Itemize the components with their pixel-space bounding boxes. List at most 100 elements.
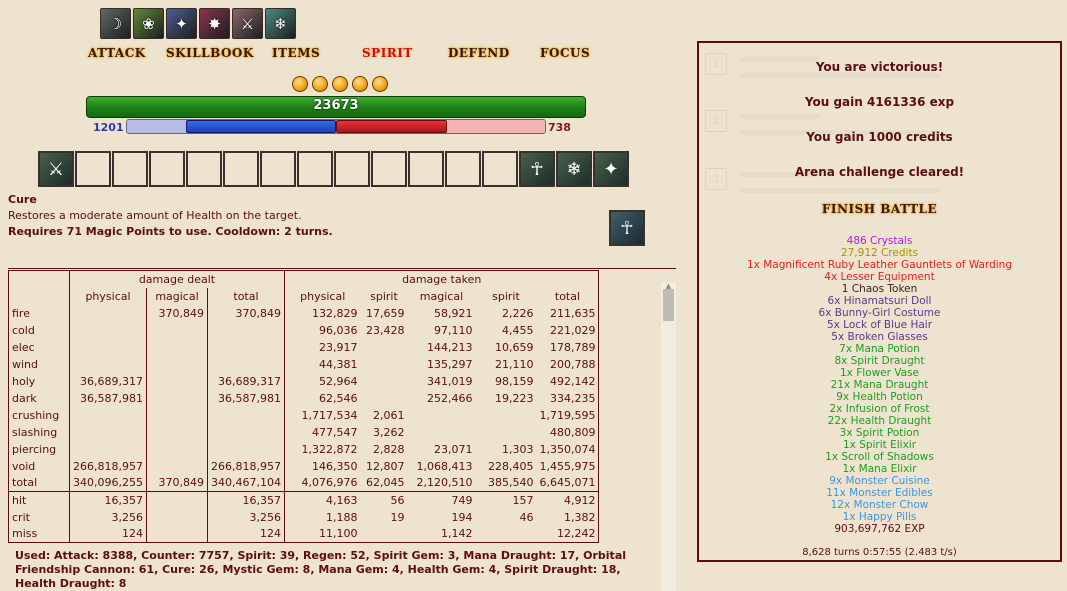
action-menu: ATTACK SKILLBOOK ITEMS SPIRIT DEFEND FOC… [80, 46, 600, 66]
stat-cell: 2,120,510 [416, 476, 473, 490]
stat-cell: 36,587,981 [69, 389, 147, 407]
stat-cell [69, 406, 147, 424]
finish-battle-button[interactable]: FINISH BATTLE [697, 202, 1062, 216]
drop-item: 6x Bunny-Girl Costume [818, 307, 941, 319]
stat-cell: 1,068,413 [416, 459, 473, 473]
drop-list: 486 Crystals 27,912 Credits 1x Magnificent… [697, 235, 1062, 535]
stat-cell: 58,921 [433, 306, 473, 320]
buff-1-icon[interactable]: ☽ [100, 8, 131, 39]
stat-cell: 341,019 [426, 374, 473, 388]
quickbar-slot-icon[interactable]: ✦ [593, 151, 629, 187]
arena-cleared-message: Arena challenge cleared! [794, 165, 965, 179]
stat-cell: 97,110 [433, 323, 473, 337]
stat-cell [360, 390, 407, 407]
stat-cell [145, 508, 208, 526]
charge-dot [372, 76, 388, 92]
stat-cell [69, 304, 147, 322]
buff-6-icon[interactable]: ❄ [265, 8, 296, 39]
stat-cell: 11,100 [283, 525, 361, 543]
column-header: spirit [492, 289, 520, 303]
stat-cell [360, 526, 407, 543]
drop-item: 12x Monster Chow [830, 499, 929, 511]
buff-4-icon[interactable]: ✸ [199, 8, 230, 39]
row-label: cold [12, 323, 35, 337]
stat-cell [69, 440, 147, 458]
stat-cell: 10,659 [494, 340, 534, 354]
stat-cell: 3,256 [206, 508, 285, 526]
menu-attack[interactable]: ATTACK [88, 46, 146, 60]
spirit-value: 738 [548, 121, 571, 134]
magic-bar-track [127, 120, 336, 133]
stat-cell: 4,163 [283, 491, 361, 509]
quickbar-slot-empty[interactable] [186, 151, 222, 187]
menu-spirit[interactable]: SPIRIT [362, 46, 413, 60]
stat-cell: 334,235 [549, 391, 596, 405]
row-label: dark [12, 391, 37, 405]
quickbar-slot-empty[interactable] [445, 151, 481, 187]
stat-cell: 132,829 [283, 304, 361, 322]
quickbar-slot-empty[interactable] [260, 151, 296, 187]
column-header: total [554, 289, 581, 303]
quickbar-slot-icon[interactable]: ❄ [556, 151, 592, 187]
stat-cell: 340,467,104 [206, 474, 285, 492]
stats-table: damage dealt damage taken physical magica… [8, 270, 600, 543]
divider [8, 268, 676, 269]
stats-row-crushing: crushing 1,717,534 2,061 1,719,595 [9, 406, 599, 424]
skill-cure-icon[interactable]: ☥ [609, 210, 645, 246]
row-label: crushing [12, 408, 60, 422]
menu-skillbook[interactable]: SKILLBOOK [166, 46, 254, 60]
stat-cell: 23,071 [433, 442, 473, 456]
group-damage-dealt: damage dealt [69, 270, 285, 288]
stats-row-dark: dark 36,587,981 36,587,981 62,546 252,466 19,… [9, 389, 599, 407]
drop-item: 8x Spirit Draught [834, 355, 925, 367]
stat-cell [145, 491, 208, 509]
stat-cell: 12,242 [556, 527, 596, 541]
stats-row-miss: miss 124 124 11,100 1,142 12,242 [9, 525, 599, 543]
stat-cell [360, 339, 407, 356]
stat-cell: 62,045 [365, 476, 405, 490]
scrollbar-thumb[interactable] [663, 289, 674, 321]
quickbar-slot-empty[interactable] [482, 151, 518, 187]
scrollbar[interactable] [661, 282, 676, 591]
buff-3-icon[interactable]: ✦ [166, 8, 197, 39]
quickbar-slot-empty[interactable] [371, 151, 407, 187]
stat-cell: 1,303 [501, 442, 534, 456]
row-label: piercing [12, 442, 57, 456]
column-header: physical [69, 287, 147, 305]
menu-defend[interactable]: DEFEND [448, 46, 510, 60]
quickbar-slot-empty[interactable] [112, 151, 148, 187]
drop-item: 1x Magnificent Ruby Leather Gauntlets of… [747, 259, 1012, 271]
skill-description: Restores a moderate amount of Health on … [8, 209, 302, 222]
menu-items[interactable]: ITEMS [272, 46, 320, 60]
quickbar-slot-empty[interactable] [223, 151, 259, 187]
stat-cell: 228,405 [487, 459, 534, 473]
menu-focus[interactable]: FOCUS [540, 46, 590, 60]
row-label: hit [8, 491, 70, 509]
quickbar-slot-empty[interactable] [408, 151, 444, 187]
stat-cell: 19,223 [494, 391, 534, 405]
buff-2-icon[interactable]: ❀ [133, 8, 164, 39]
stat-cell: 1,188 [283, 508, 361, 526]
stats-row-total: total 340,096,255 370,849 340,467,104 4,076,… [9, 474, 599, 492]
quickbar-slot-empty[interactable] [334, 151, 370, 187]
stat-cell: 157 [475, 491, 537, 509]
stat-cell: 4,912 [536, 491, 599, 509]
stat-cell: 2,828 [372, 442, 405, 456]
victory-message: You are victorious! [815, 60, 944, 74]
stat-cell [475, 424, 536, 441]
buff-5-icon[interactable]: ⚔ [232, 8, 263, 39]
stat-cell: 16,357 [206, 491, 285, 509]
quickbar: ⚔ ☥ ❄ ✦ [38, 151, 629, 187]
quickbar-slot-empty[interactable] [149, 151, 185, 187]
quickbar-slot-icon[interactable]: ☥ [519, 151, 555, 187]
stat-cell: 340,096,255 [69, 474, 147, 492]
quickbar-slot-empty[interactable] [297, 151, 333, 187]
ghost-line [740, 188, 940, 193]
row-label: miss [12, 527, 38, 541]
drop-item: 22x Health Draught [827, 415, 932, 427]
stat-cell: 6,645,071 [539, 476, 596, 490]
stat-cell [206, 321, 285, 339]
stat-cell [69, 321, 147, 339]
quickbar-slot-icon[interactable]: ⚔ [38, 151, 74, 187]
quickbar-slot-empty[interactable] [75, 151, 111, 187]
